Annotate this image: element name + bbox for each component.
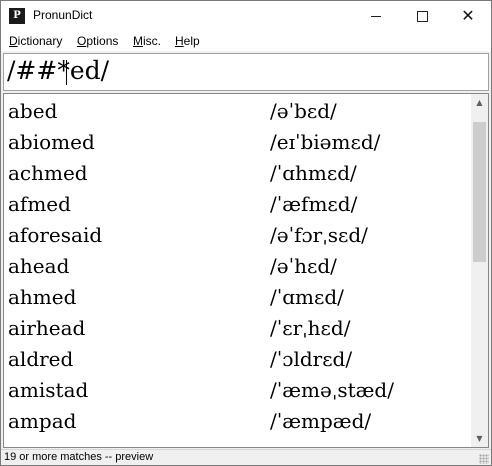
results-list[interactable]: abed/əˈbɛd/abiomed/eɪˈbiəmɛd/achmed/ˈɑhm…: [3, 93, 489, 448]
window-title: PronunDict: [33, 8, 93, 22]
list-item[interactable]: achmed/ˈɑhmɛd/: [4, 158, 472, 189]
minimize-icon: [371, 15, 381, 17]
list-item-word: ampad: [8, 409, 77, 433]
close-icon: ✕: [461, 6, 475, 25]
list-item-word: achmed: [8, 161, 88, 185]
app-window: P PronunDict ✕ Dictionary Options Misc. …: [0, 0, 492, 466]
menu-misc-label: isc.: [143, 34, 161, 48]
list-item[interactable]: abed/əˈbɛd/: [4, 96, 472, 127]
maximize-icon: [416, 10, 428, 22]
menu-help-accel: H: [175, 34, 184, 48]
list-item-word: ahmed: [8, 285, 77, 309]
close-button[interactable]: ✕: [445, 1, 491, 31]
search-input-text: /##*ed/: [7, 56, 110, 85]
minimize-button[interactable]: [353, 1, 399, 31]
scroll-down-arrow-icon[interactable]: ▼: [471, 430, 488, 447]
list-item[interactable]: amistad/ˈæməˌstæd/: [4, 375, 472, 406]
list-item[interactable]: ahead/əˈhɛd/: [4, 251, 472, 282]
list-item-word: airhead: [8, 316, 86, 340]
list-item-word: amistad: [8, 378, 89, 402]
maximize-button[interactable]: [399, 1, 445, 31]
list-item-pronunciation: /əˈfɔrˌsɛd/: [270, 223, 368, 247]
menu-options-accel: O: [77, 34, 87, 48]
scroll-up-arrow-icon[interactable]: ▲: [471, 94, 488, 111]
list-item-pronunciation: /əˈhɛd/: [270, 254, 337, 278]
search-input[interactable]: /##*ed/: [3, 53, 489, 91]
pd-app-icon[interactable]: P: [9, 8, 25, 24]
list-item[interactable]: ahmed/ˈɑmɛd/: [4, 282, 472, 313]
text-caret: [66, 60, 67, 85]
list-item-word: abed: [8, 99, 58, 123]
list-item[interactable]: abiomed/eɪˈbiəmɛd/: [4, 127, 472, 158]
menu-dictionary[interactable]: Dictionary: [9, 34, 62, 48]
resize-grip-icon[interactable]: [479, 454, 489, 464]
menu-dictionary-accel: D: [9, 34, 18, 48]
list-item[interactable]: aforesaid/əˈfɔrˌsɛd/: [4, 220, 472, 251]
title-bar[interactable]: P PronunDict ✕: [1, 1, 491, 31]
menu-options-label: ptions: [86, 34, 119, 48]
list-item-pronunciation: /ˈɛrˌhɛd/: [270, 316, 351, 340]
menu-help[interactable]: Help: [175, 34, 200, 48]
list-item-word: afmed: [8, 192, 71, 216]
list-item-word: aldred: [8, 347, 74, 371]
menu-misc-accel: M: [133, 34, 143, 48]
list-item-word: ahead: [8, 254, 70, 278]
menu-help-label: elp: [183, 34, 200, 48]
menu-misc[interactable]: Misc.: [133, 34, 161, 48]
scrollbar-thumb[interactable]: [473, 122, 486, 262]
list-item-word: aforesaid: [8, 223, 103, 247]
list-item-pronunciation: /eɪˈbiəmɛd/: [270, 130, 381, 154]
list-item-pronunciation: /ˈæfmɛd/: [270, 192, 358, 216]
list-item-pronunciation: /əˈbɛd/: [270, 99, 337, 123]
list-item-pronunciation: /ˈɔldrɛd/: [270, 347, 353, 371]
list-item-pronunciation: /ˈɑmɛd/: [270, 285, 344, 309]
list-item[interactable]: afmed/ˈæfmɛd/: [4, 189, 472, 220]
vertical-scrollbar[interactable]: ▲ ▼: [471, 94, 488, 447]
list-item[interactable]: airhead/ˈɛrˌhɛd/: [4, 313, 472, 344]
list-item[interactable]: ampad/ˈæmpæd/: [4, 406, 472, 437]
list-item-pronunciation: /ˈæmpæd/: [270, 409, 372, 433]
list-item-pronunciation: /ˈæməˌstæd/: [270, 378, 394, 402]
status-text: 19 or more matches -- preview: [4, 451, 154, 463]
status-bar: 19 or more matches -- preview: [1, 449, 491, 465]
menu-bar: Dictionary Options Misc. Help: [1, 31, 491, 51]
menu-options[interactable]: Options: [77, 34, 118, 48]
list-item[interactable]: aldred/ˈɔldrɛd/: [4, 344, 472, 375]
list-item-word: abiomed: [8, 130, 95, 154]
menu-dictionary-label: ictionary: [17, 34, 63, 48]
list-item-pronunciation: /ˈɑhmɛd/: [270, 161, 357, 185]
